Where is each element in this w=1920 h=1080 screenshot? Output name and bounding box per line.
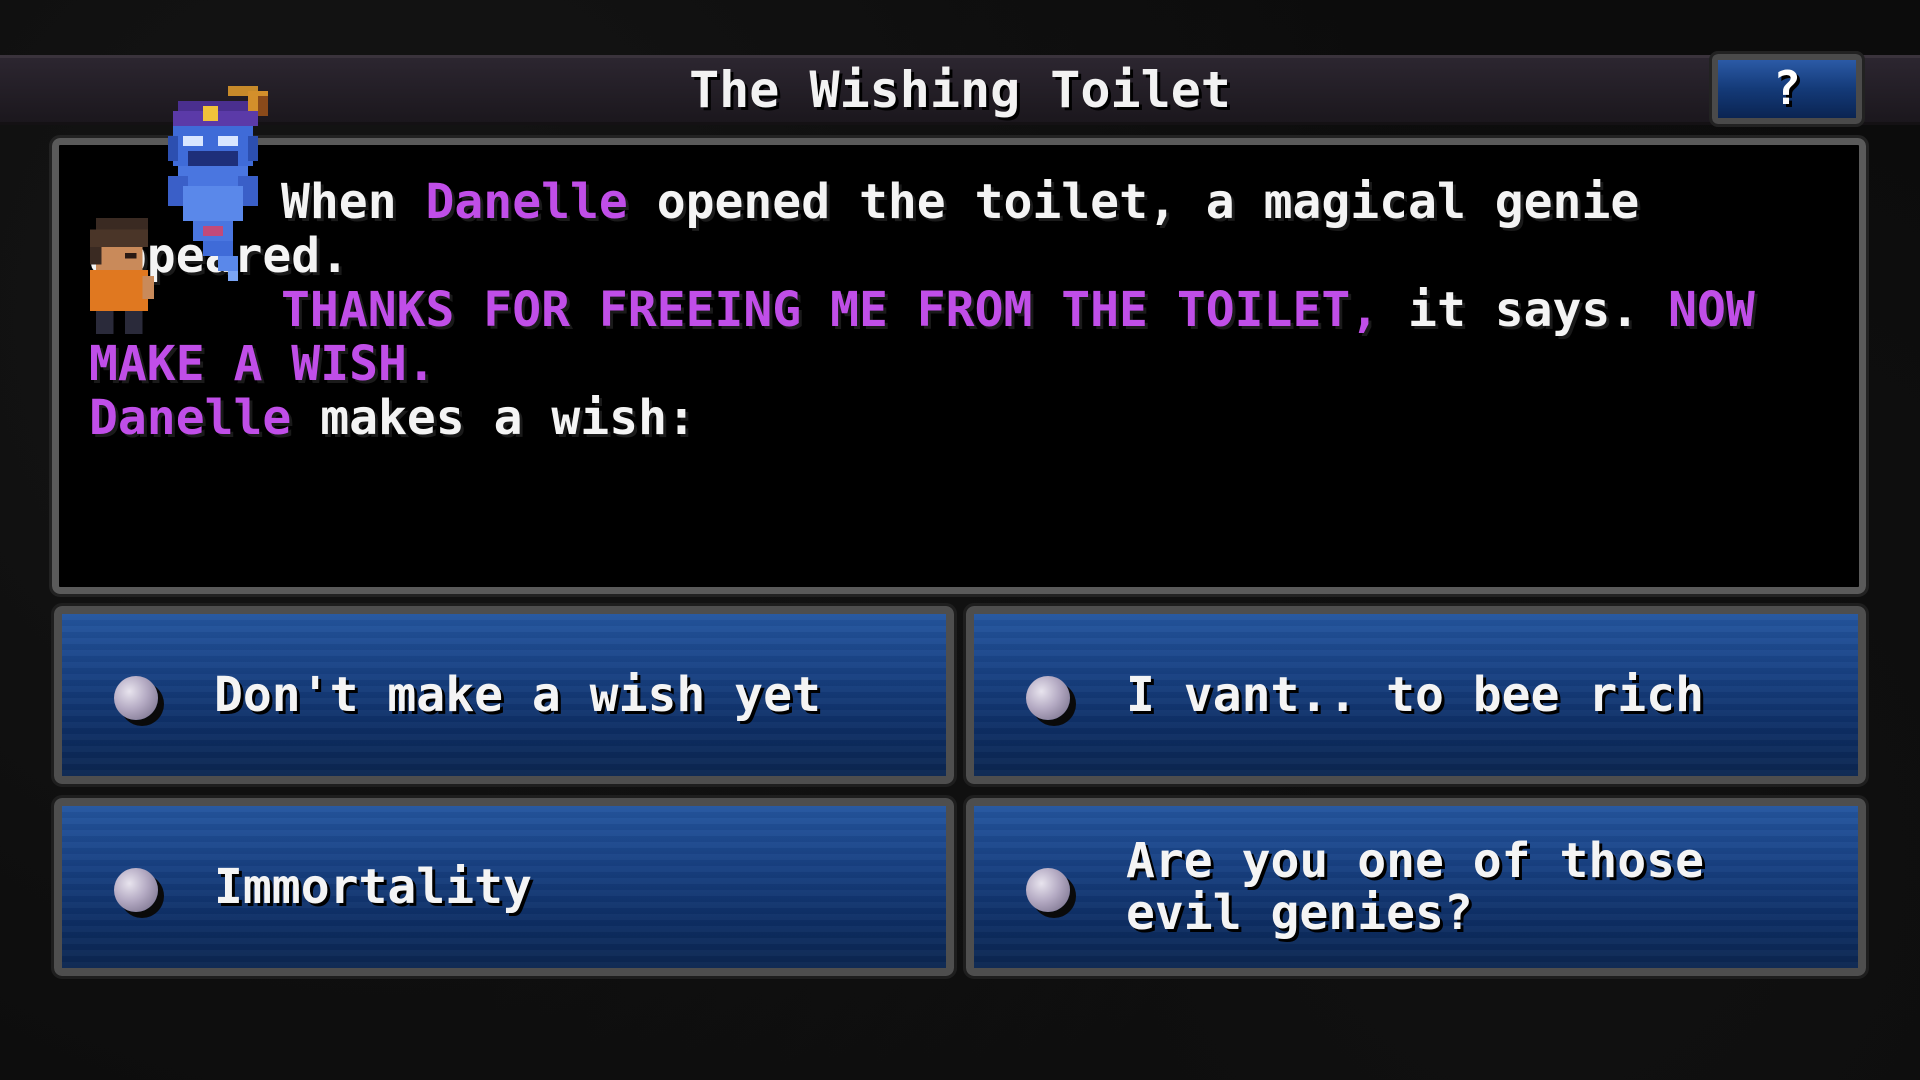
genie-sprite-icon [168, 86, 268, 281]
choice-button-immortality[interactable]: Immortality [51, 795, 957, 979]
dialog-text: When Danelle opened the toilet, a magica… [89, 175, 1829, 445]
dialog-panel: When Danelle opened the toilet, a magica… [49, 135, 1869, 597]
choice-button-no-wish[interactable]: Don't make a wish yet [51, 603, 957, 787]
orb-icon [1026, 868, 1070, 912]
dialog-line3-post: makes a wish: [291, 390, 696, 446]
orb-icon [1026, 676, 1070, 720]
choice-button-evil-genie[interactable]: Are you one of those evil genies? [963, 795, 1869, 979]
orb-icon [114, 676, 158, 720]
choice-label: I vant.. to bee rich [1126, 667, 1704, 723]
orb-icon [114, 868, 158, 912]
genie-quote-1: THANKS FOR FREEING ME FROM THE TOILET, [281, 282, 1380, 338]
dialog-it-says: it says. [1379, 282, 1669, 338]
choice-label: Immortality [214, 859, 532, 915]
character-name-2: Danelle [89, 390, 292, 446]
choice-label: Don't make a wish yet [214, 667, 821, 723]
player-sprite-icon [90, 218, 154, 334]
character-name: Danelle [425, 174, 628, 230]
dialog-line1-pre: When [281, 174, 426, 230]
choice-button-rich[interactable]: I vant.. to bee rich [963, 603, 1869, 787]
choice-label: Are you one of those evil genies? [1126, 833, 1704, 941]
help-button[interactable]: ? [1709, 51, 1865, 127]
